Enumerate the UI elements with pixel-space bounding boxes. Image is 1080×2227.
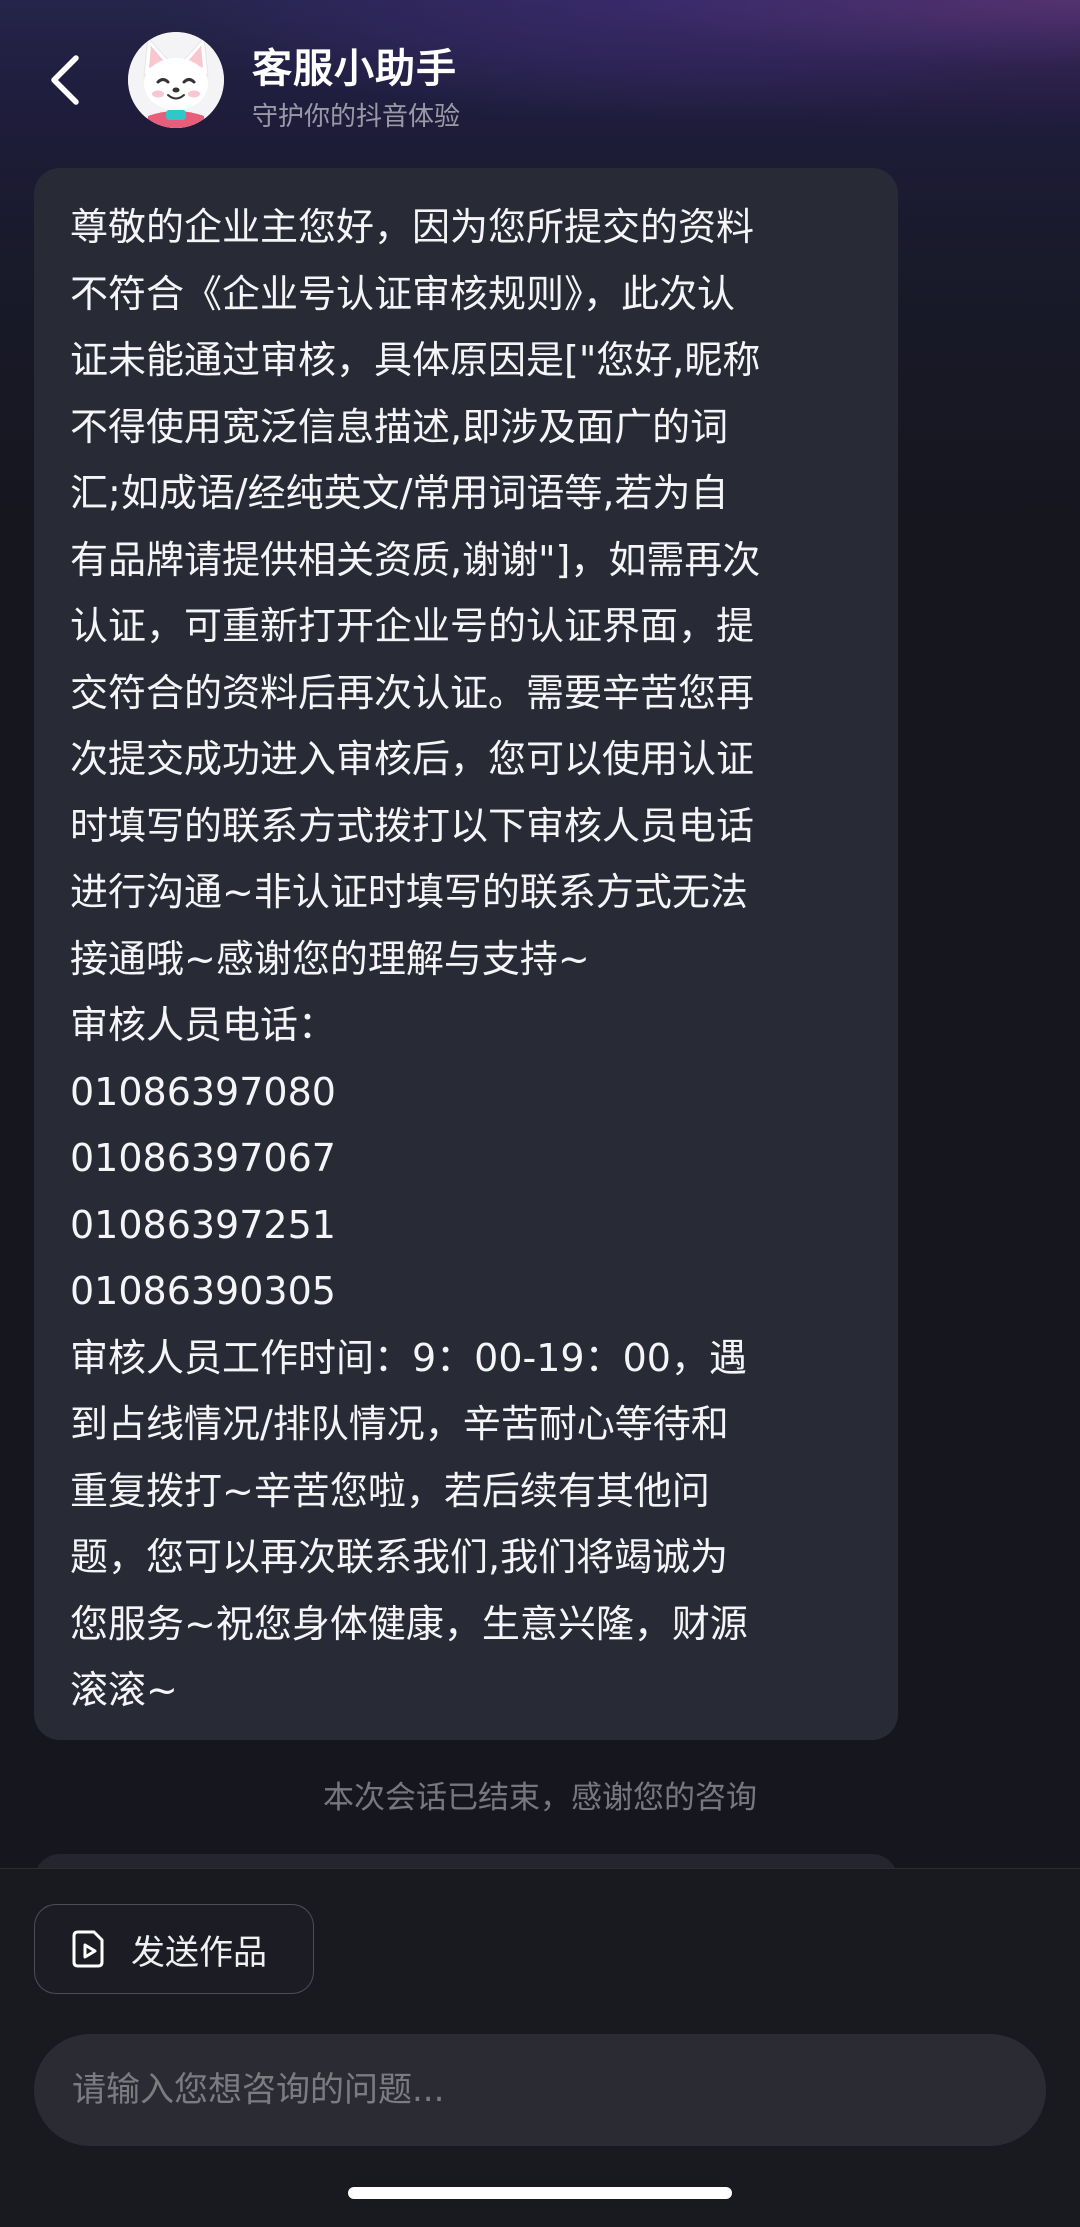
avatar[interactable] [128, 32, 224, 128]
message-line: 证未能通过审核，具体原因是["您好,昵称 [70, 338, 761, 382]
message-line: 尊敬的企业主您好，因为您所提交的资料 [70, 205, 755, 249]
home-indicator[interactable] [348, 2187, 732, 2199]
message-line: 您服务~祝您身体健康，生意兴隆，财源 [70, 1601, 748, 1646]
message-line: 审核人员电话： [70, 1003, 337, 1047]
message-line: 进行沟通~非认证时填写的联系方式无法 [70, 870, 748, 914]
chat-title: 客服小助手 [252, 46, 457, 92]
question-input[interactable] [70, 2069, 1046, 2111]
message-line: 重复拨打~辛苦您啦，若后续有其他问 [70, 1468, 710, 1513]
message-line: 不符合《企业号认证审核规则》，此次认 [70, 271, 736, 316]
message-line: 汇;如成语/经纯英文/常用词语等,若为自 [70, 471, 729, 515]
message-line: 不得使用宽泛信息描述,即涉及面广的词 [70, 404, 729, 449]
message-line: 审核人员工作时间：9：00-19：00，遇 [70, 1335, 747, 1380]
chevron-left-icon [51, 55, 79, 105]
phone-number[interactable]: 01086397251 [70, 1192, 864, 1259]
message-line: 接通哦~感谢您的理解与支持~ [70, 936, 590, 981]
message-line: 有品牌请提供相关资质,谢谢"]，如需再次 [70, 537, 761, 582]
message-line: 到占线情况/排队情况，辛苦耐心等待和 [70, 1402, 729, 1446]
send-work-button[interactable]: 发送作品 [34, 1904, 314, 1994]
phone-number[interactable]: 01086397080 [70, 1059, 864, 1126]
message-line: 认证，可重新打开企业号的认证界面，提 [70, 604, 755, 648]
message-line: 题，您可以再次联系我们,我们将竭诚为 [70, 1535, 729, 1579]
video-file-icon [69, 1929, 109, 1969]
question-input-container[interactable] [34, 2034, 1046, 2146]
message-line: 交符合的资料后再次认证。需要辛苦您再 [70, 670, 755, 715]
white-cat-mascot-icon [128, 32, 224, 128]
send-work-label: 发送作品 [131, 1932, 267, 1973]
message-bubble: 尊敬的企业主您好，因为您所提交的资料 不符合《企业号认证审核规则》，此次认 证未… [34, 168, 898, 1740]
chat-screen: 客服小助手 守护你的抖音体验 尊敬的企业主您好，因为您所提交的资料 不符合《企业… [0, 0, 1080, 2227]
phone-number[interactable]: 01086390305 [70, 1258, 864, 1325]
message-line: 时填写的联系方式拨打以下审核人员电话 [70, 803, 755, 848]
message-line: 次提交成功进入审核后，您可以使用认证 [70, 737, 755, 781]
phone-number[interactable]: 01086397067 [70, 1125, 864, 1192]
back-button[interactable] [36, 44, 92, 116]
chat-subtitle: 守护你的抖音体验 [252, 102, 461, 132]
session-ended-notice: 本次会话已结束，感谢您的咨询 [323, 1780, 757, 1816]
chat-header: 客服小助手 守护你的抖音体验 [0, 0, 1080, 160]
message-line: 滚滚~ [70, 1668, 178, 1712]
